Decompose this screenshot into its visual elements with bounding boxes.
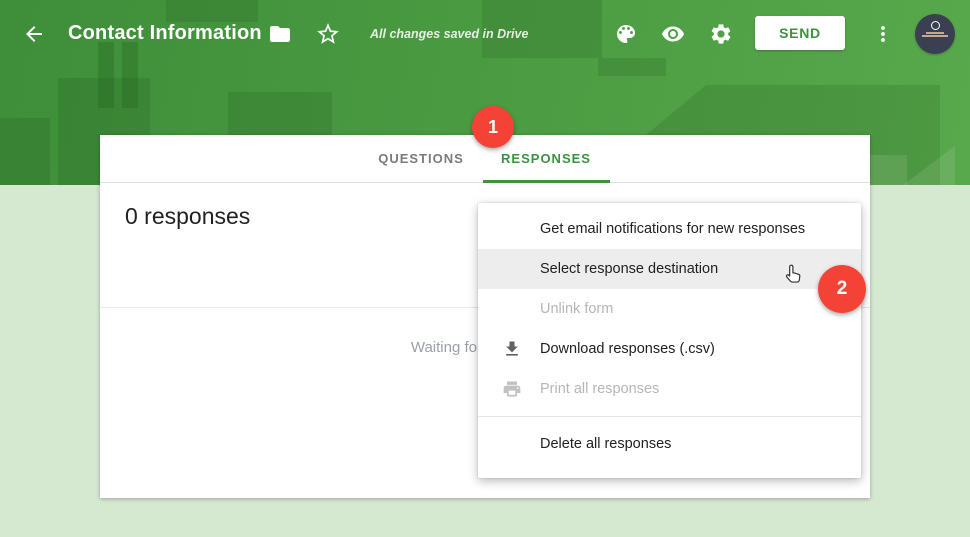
header-pattern xyxy=(166,0,258,22)
google-forms-screen: Contact Information All changes saved in… xyxy=(0,0,970,537)
preview-button[interactable] xyxy=(661,22,685,46)
palette-icon xyxy=(614,22,638,46)
gear-icon xyxy=(709,22,733,46)
arrow-left-icon xyxy=(22,22,46,46)
menu-item-print-all-responses: Print all responses xyxy=(478,369,861,409)
move-to-folder-button[interactable] xyxy=(268,22,292,46)
star-button[interactable] xyxy=(315,21,341,47)
send-button[interactable]: SEND xyxy=(755,16,845,50)
header-pattern xyxy=(598,58,666,76)
avatar-logo-text xyxy=(926,32,944,34)
vertical-dots-icon xyxy=(871,22,895,46)
menu-item-label: Unlink form xyxy=(540,301,614,317)
theme-button[interactable] xyxy=(614,22,638,46)
menu-divider xyxy=(478,416,861,417)
save-status-text: All changes saved in Drive xyxy=(370,27,529,41)
header-pattern xyxy=(0,118,50,185)
settings-button[interactable] xyxy=(709,22,733,46)
menu-item-label: Get email notifications for new response… xyxy=(540,221,806,237)
header-pattern xyxy=(122,42,138,108)
tab-questions[interactable]: QUESTIONS xyxy=(378,135,464,183)
responses-overflow-menu: Get email notifications for new response… xyxy=(478,203,861,478)
menu-item-unlink-form: Unlink form xyxy=(478,289,861,329)
account-avatar[interactable] xyxy=(915,14,955,54)
header-pattern xyxy=(98,42,114,108)
eye-icon xyxy=(661,22,685,46)
active-tab-underline xyxy=(483,180,610,183)
download-icon xyxy=(502,339,522,359)
menu-item-label: Select response destination xyxy=(540,261,719,277)
avatar-logo-text xyxy=(922,35,948,37)
menu-item-label: Print all responses xyxy=(540,381,660,397)
more-options-button[interactable] xyxy=(871,22,895,46)
star-outline-icon xyxy=(315,21,341,47)
menu-item-label: Delete all responses xyxy=(540,436,672,452)
folder-icon xyxy=(268,22,292,46)
responses-count: 0 responses xyxy=(125,203,251,229)
avatar-logo-mark xyxy=(930,21,940,30)
print-icon xyxy=(502,379,522,399)
menu-item-email-notifications[interactable]: Get email notifications for new response… xyxy=(478,209,861,249)
menu-item-label: Download responses (.csv) xyxy=(540,341,715,357)
hand-pointer-cursor xyxy=(781,262,805,288)
form-title: Contact Information xyxy=(68,22,262,44)
tab-responses[interactable]: RESPONSES xyxy=(501,135,591,183)
waiting-for-responses-text: Waiting fo xyxy=(410,339,477,356)
menu-item-delete-all-responses[interactable]: Delete all responses xyxy=(478,424,861,464)
back-button[interactable] xyxy=(22,22,46,46)
step-badge-2: 2 xyxy=(818,265,866,313)
step-badge-1: 1 xyxy=(472,106,514,148)
menu-item-download-responses[interactable]: Download responses (.csv) xyxy=(478,329,861,369)
